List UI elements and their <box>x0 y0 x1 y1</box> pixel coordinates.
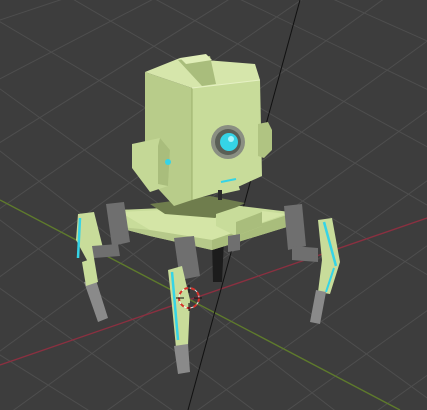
robot-eye-highlight <box>228 136 234 142</box>
robot-eye <box>211 125 245 159</box>
robot-neck-pin <box>218 190 222 200</box>
robot-leg-front-right[interactable] <box>228 234 240 252</box>
leg-knee <box>92 244 120 258</box>
leg-knee <box>292 246 318 262</box>
leg-joint <box>228 234 240 252</box>
3d-viewport[interactable] <box>0 0 427 410</box>
robot-left-pod-light <box>165 159 171 165</box>
robot-eye-glow <box>220 133 238 151</box>
